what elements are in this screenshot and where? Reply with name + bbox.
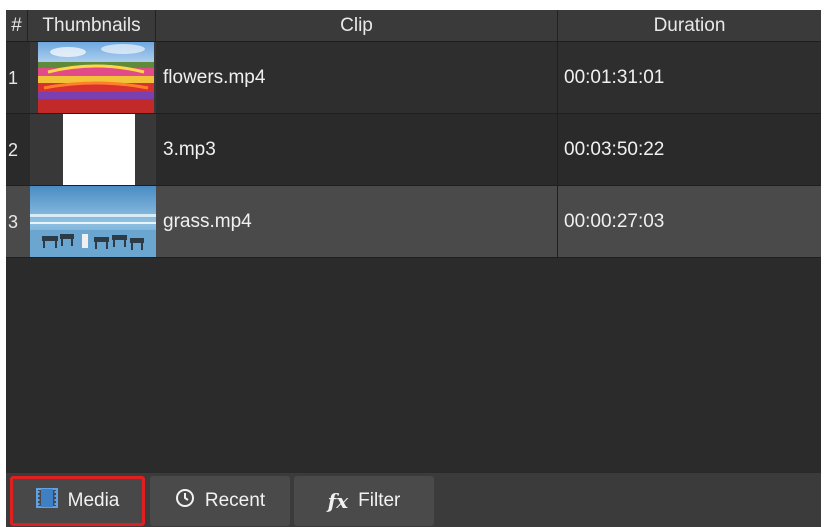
row-number: 1 (8, 68, 19, 88)
row-number: 3 (8, 212, 19, 232)
tab-media[interactable]: Media (10, 476, 145, 526)
clip-duration: 00:00:27:03 (564, 211, 665, 232)
column-header-number[interactable]: # (6, 10, 28, 41)
table-header: # Thumbnails Clip Duration (6, 10, 821, 42)
clip-name: 3.mp3 (163, 139, 216, 160)
column-header-clip[interactable]: Clip (156, 10, 558, 41)
playlist-window: # Thumbnails Clip Duration 1 flowers.mp4… (0, 0, 827, 527)
beach-horses-image (30, 186, 156, 257)
column-header-thumbnails[interactable]: Thumbnails (28, 10, 156, 41)
tab-filter[interactable]: fx Filter (294, 476, 434, 526)
column-header-duration[interactable]: Duration (558, 10, 821, 41)
thumbnail-cell (30, 42, 156, 113)
tab-recent-label: Recent (204, 490, 266, 511)
tab-filter-label: Filter (358, 490, 401, 511)
thumbnail-cell (30, 186, 156, 257)
clip-name: grass.mp4 (163, 211, 252, 232)
clip-duration: 00:01:31:01 (564, 67, 665, 88)
clock-icon (175, 488, 195, 514)
blank-audio-image (63, 114, 135, 185)
tab-media-label: Media (67, 490, 120, 511)
table-row[interactable]: 3 grass.mp4 00:00:27:03 (6, 186, 821, 258)
column-divider (557, 186, 558, 258)
tab-bar: Media Recent fx Filter (6, 472, 821, 527)
clip-name: flowers.mp4 (163, 67, 266, 88)
thumbnail-cell (30, 114, 156, 185)
table-row[interactable]: 2 3.mp3 00:03:50:22 (6, 114, 821, 186)
fx-icon: fx (327, 489, 349, 513)
row-number: 2 (8, 140, 19, 160)
film-icon (35, 488, 58, 514)
table-row[interactable]: 1 flowers.mp4 00:01:31:01 (6, 42, 821, 114)
flower-field-image (38, 42, 154, 113)
tab-recent[interactable]: Recent (150, 476, 290, 526)
clip-duration: 00:03:50:22 (564, 139, 665, 160)
column-divider (557, 114, 558, 186)
playlist-panel: # Thumbnails Clip Duration 1 flowers.mp4… (6, 10, 821, 527)
column-divider (557, 42, 558, 114)
